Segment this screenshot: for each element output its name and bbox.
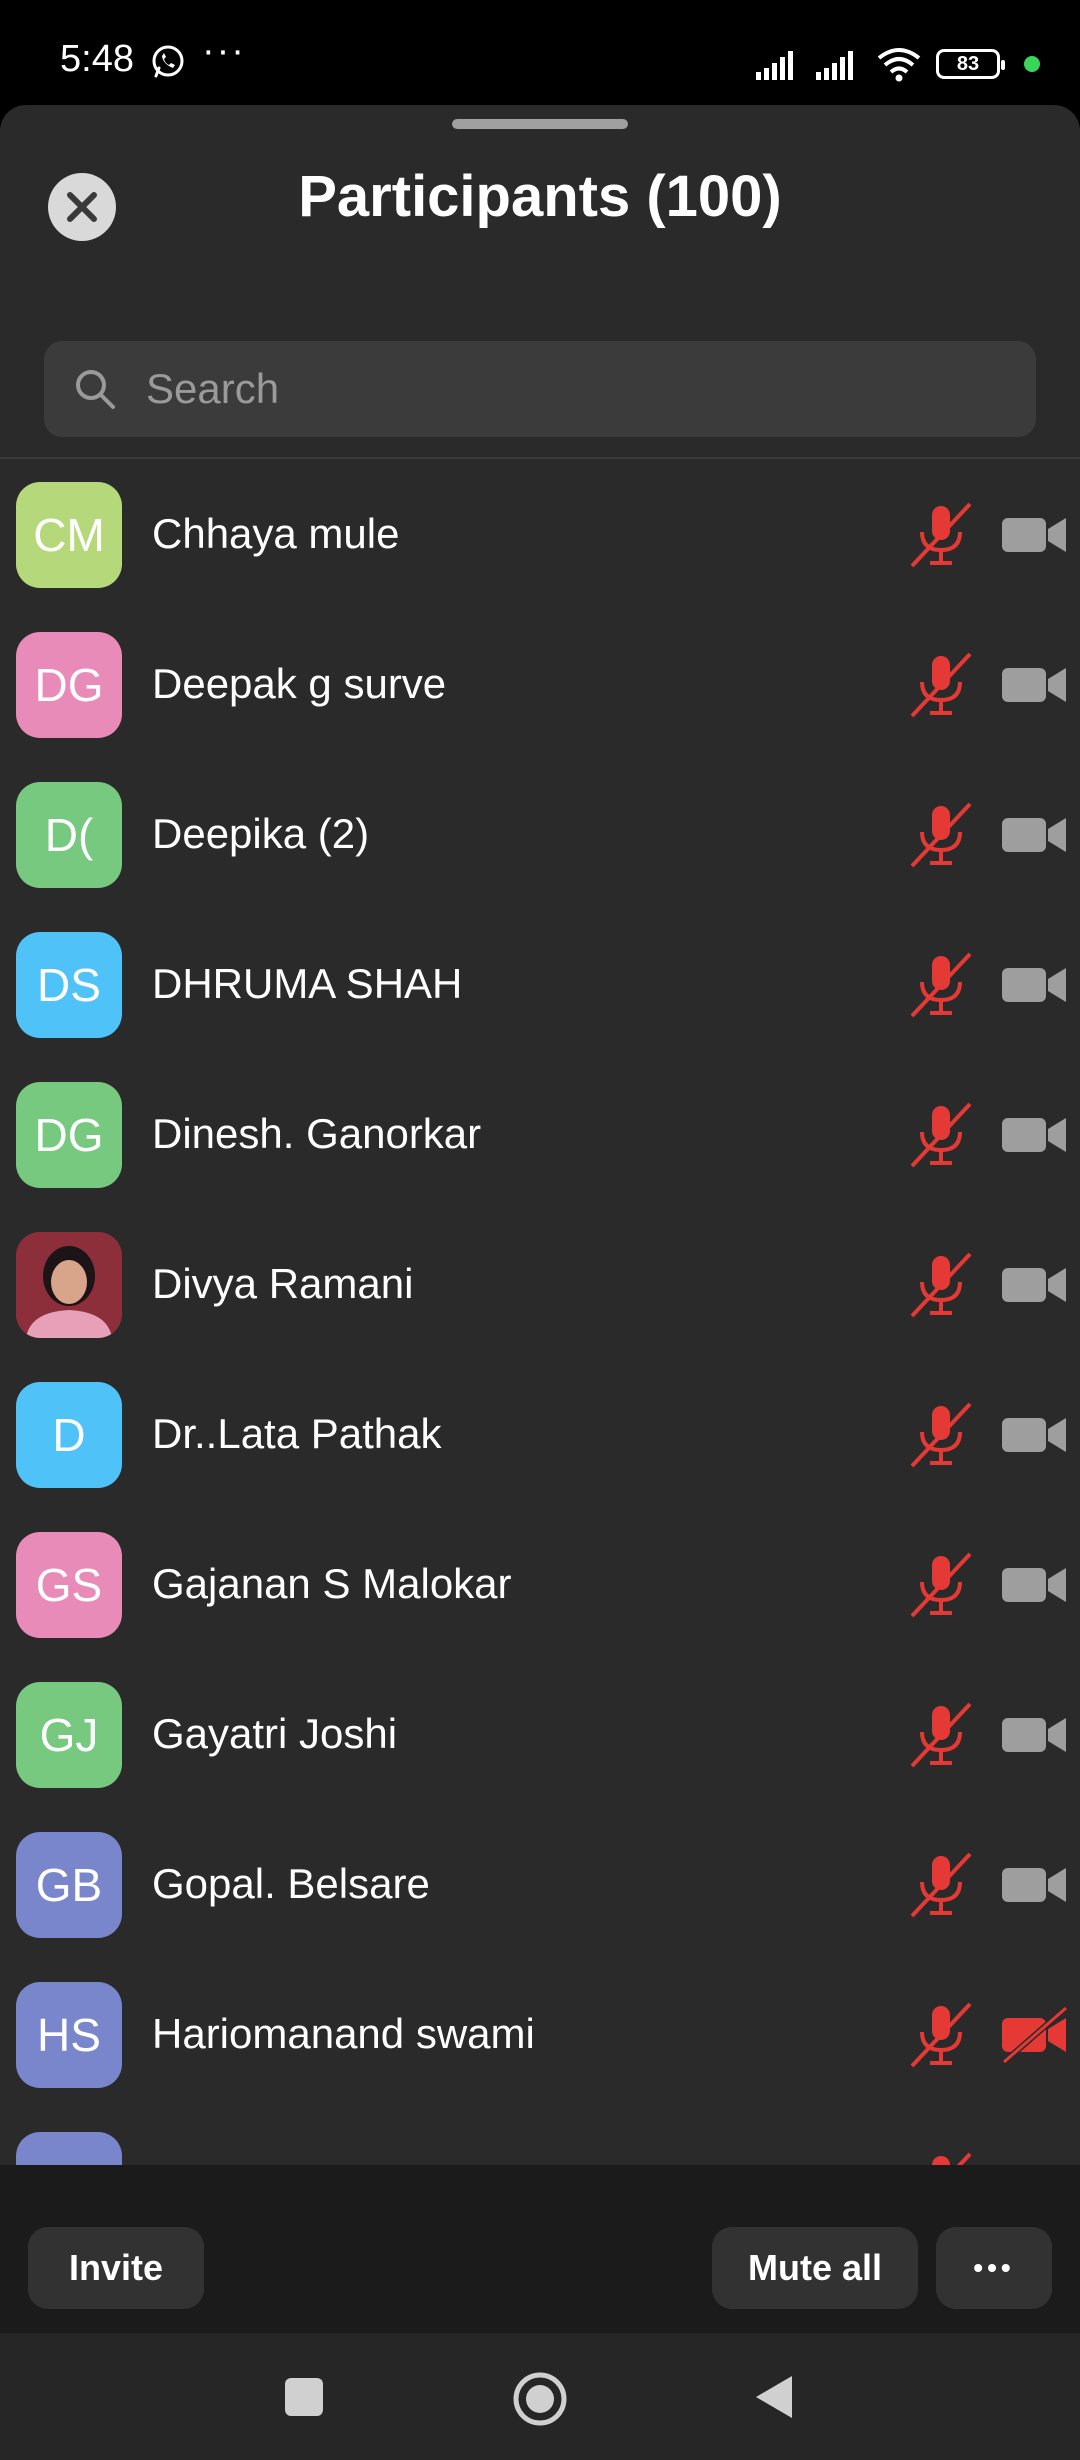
avatar — [16, 1232, 122, 1338]
video-icon[interactable] — [1000, 1106, 1068, 1164]
participant-name: Deepak g surve — [152, 660, 447, 707]
more-notifications-icon: ··· — [202, 30, 246, 72]
participant-name: Gayatri Joshi — [152, 1710, 398, 1757]
avatar: HS — [16, 1982, 122, 2088]
avatar-initials: D — [52, 1409, 86, 1461]
avatar-initials: DS — [37, 959, 101, 1011]
system-nav-bar — [0, 2333, 1080, 2460]
avatar: D — [16, 1382, 122, 1488]
home-button[interactable] — [512, 2371, 568, 2427]
video-icon[interactable] — [1000, 1556, 1068, 1614]
video-icon[interactable] — [1000, 956, 1068, 1014]
participant-name: Dr..Lata Pathak — [152, 1410, 442, 1457]
mic-muted-icon[interactable] — [906, 1550, 976, 1620]
avatar — [16, 2132, 122, 2168]
back-button[interactable] — [752, 2374, 794, 2420]
participant-row[interactable] — [0, 2110, 1080, 2168]
participant-row[interactable]: CM Chhaya mule — [0, 460, 1080, 610]
mic-muted-icon[interactable] — [906, 1700, 976, 1770]
participants-sheet: Participants (100) CM Chhaya mule DG Deepa… — [0, 105, 1080, 2333]
more-options-button[interactable]: ••• — [936, 2227, 1052, 2309]
status-bar: 5:48 ··· 83 — [0, 0, 1080, 105]
participant-row[interactable]: Divya Ramani — [0, 1210, 1080, 1360]
participant-name: Gajanan S Malokar — [152, 1560, 512, 1607]
avatar-initials: GB — [35, 1859, 103, 1911]
mic-muted-icon[interactable] — [906, 1250, 976, 1320]
participant-row[interactable]: HS Hariomanand swami — [0, 1960, 1080, 2110]
participant-row[interactable]: D Dr..Lata Pathak — [0, 1360, 1080, 1510]
recents-button[interactable] — [283, 2376, 325, 2418]
mic-muted-icon[interactable] — [906, 950, 976, 1020]
search-input[interactable] — [144, 364, 1036, 414]
mic-muted-icon[interactable] — [906, 1100, 976, 1170]
avatar-initials: CM — [33, 509, 105, 561]
participant-row[interactable]: DG Deepak g surve — [0, 610, 1080, 760]
mic-muted-icon[interactable] — [906, 650, 976, 720]
bottom-action-bar: Invite Mute all ••• — [0, 2165, 1080, 2333]
mic-muted-icon[interactable] — [906, 1850, 976, 1920]
video-icon[interactable] — [1000, 806, 1068, 864]
participant-row[interactable]: GB Gopal. Belsare — [0, 1810, 1080, 1960]
participant-name: Divya Ramani — [152, 1260, 414, 1307]
wifi-icon — [877, 48, 921, 82]
participant-row[interactable]: D( Deepika (2) — [0, 760, 1080, 910]
avatar-initials: GJ — [39, 1709, 99, 1761]
avatar-initials: HS — [37, 2009, 101, 2061]
participant-name: Hariomanand swami — [152, 2010, 535, 2057]
avatar-initials: GS — [35, 1559, 103, 1611]
search-bar[interactable] — [44, 341, 1036, 437]
signal-icon-2 — [816, 51, 853, 80]
video-icon[interactable] — [1000, 506, 1068, 564]
status-time: 5:48 — [60, 38, 134, 80]
mic-muted-icon[interactable] — [906, 2000, 976, 2070]
participant-row[interactable]: GJ Gayatri Joshi — [0, 1660, 1080, 1810]
avatar-initials: DG — [34, 1109, 104, 1161]
drag-handle[interactable] — [452, 119, 628, 129]
avatar: GJ — [16, 1682, 122, 1788]
avatar-initials: DG — [34, 659, 104, 711]
page-title: Participants (100) — [298, 164, 782, 229]
mic-muted-icon[interactable] — [906, 1400, 976, 1470]
avatar: DS — [16, 932, 122, 1038]
avatar: CM — [16, 482, 122, 588]
participant-row[interactable]: DS DHRUMA SHAH — [0, 910, 1080, 1060]
mic-muted-icon[interactable] — [906, 500, 976, 570]
participant-name: Dinesh. Ganorkar — [152, 1110, 482, 1157]
mute-all-button[interactable]: Mute all — [712, 2227, 918, 2309]
avatar: DG — [16, 632, 122, 738]
avatar: GB — [16, 1832, 122, 1938]
avatar-initials: D( — [44, 809, 94, 861]
active-dot-icon — [1024, 56, 1040, 72]
participant-name: DHRUMA SHAH — [152, 960, 463, 1007]
avatar: D( — [16, 782, 122, 888]
participant-row[interactable]: GS Gajanan S Malokar — [0, 1510, 1080, 1660]
invite-button[interactable]: Invite — [28, 2227, 204, 2309]
search-icon — [76, 370, 115, 409]
participant-name: Chhaya mule — [152, 510, 400, 557]
video-icon[interactable] — [1000, 1406, 1068, 1464]
avatar: DG — [16, 1082, 122, 1188]
video-icon[interactable] — [1000, 1856, 1068, 1914]
participant-row[interactable]: DG Dinesh. Ganorkar — [0, 1060, 1080, 1210]
avatar: GS — [16, 1532, 122, 1638]
video-icon[interactable] — [1000, 1706, 1068, 1764]
video-icon[interactable] — [1000, 1256, 1068, 1314]
battery-icon: 83 — [936, 49, 1005, 79]
whatsapp-icon — [152, 45, 184, 78]
participant-name: Gopal. Belsare — [152, 1860, 430, 1907]
divider — [0, 457, 1080, 459]
video-stopped-icon[interactable] — [1000, 2005, 1068, 2065]
participant-list[interactable]: CM Chhaya mule DG Deepak g surve D( Deepika… — [0, 460, 1080, 2168]
mic-muted-icon[interactable] — [906, 800, 976, 870]
signal-icon-1 — [756, 51, 793, 80]
participant-name: Deepika (2) — [152, 810, 370, 857]
video-icon[interactable] — [1000, 656, 1068, 714]
